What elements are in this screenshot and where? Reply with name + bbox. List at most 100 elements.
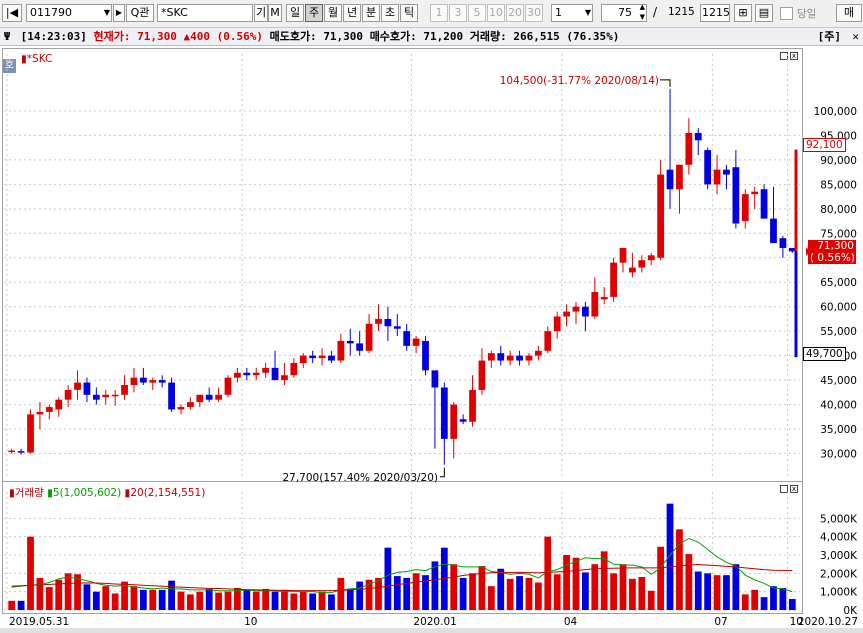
price-tick-label: 55,000: [820, 326, 857, 338]
x-axis-end-label: 2020.10.27: [798, 616, 858, 628]
candle-body: [704, 150, 712, 185]
candle-body: [440, 387, 448, 439]
volume-bar: [111, 593, 119, 610]
volume-bar: [487, 586, 495, 610]
candle-body: [732, 167, 740, 224]
candle-body: [224, 377, 232, 395]
volume-bar: [337, 577, 345, 610]
candle-body: [187, 402, 194, 408]
max-annotation-label: 104,500(-31.77% 2020/08/14): [500, 75, 659, 87]
volume-bar: [139, 589, 147, 610]
candle-body: [666, 169, 674, 190]
volume-bar: [563, 555, 570, 610]
volume-bar: [64, 573, 72, 610]
ma20-line: [11, 564, 793, 592]
candle-body: [506, 355, 514, 361]
candle-body: [384, 318, 392, 327]
candle-body: [17, 451, 25, 453]
volume-bar: [469, 573, 476, 610]
candle-body: [92, 394, 100, 400]
volume-bar: [205, 588, 213, 610]
candle-body: [534, 350, 542, 356]
candle-body: [610, 262, 617, 297]
volume-bar: [638, 577, 646, 610]
volume-tick-label: 3,000K: [820, 550, 858, 562]
min-annotation-label: 27,700(157.40% 2020/03/20): [282, 472, 438, 484]
candle-body: [694, 132, 702, 141]
candle-body: [760, 189, 768, 219]
volume-bar: [8, 600, 16, 610]
volume-bar: [450, 564, 458, 610]
price-tick-label: 75,000: [820, 228, 857, 240]
candle-body: [158, 380, 166, 383]
horizontal-scrollbar[interactable]: [0, 628, 863, 633]
volume-bar: [676, 529, 683, 610]
volume-bar: [187, 594, 194, 610]
volume-bar: [525, 577, 533, 610]
candle-body: [168, 382, 175, 410]
volume-bar: [309, 593, 317, 610]
volume-bar: [252, 591, 260, 610]
candle-body: [412, 338, 420, 346]
x-axis-label: 07: [714, 616, 727, 628]
price-tick-label: 65,000: [820, 277, 857, 289]
candle-body: [422, 340, 429, 371]
volume-bar: [224, 591, 232, 610]
candle-body: [770, 218, 777, 244]
volume-tick-label: 2,000K: [820, 568, 858, 580]
candle-body: [459, 419, 467, 422]
volume-bar: [215, 592, 222, 610]
volume-bar: [243, 589, 251, 610]
candle-body: [130, 377, 138, 386]
volume-bar: [299, 591, 307, 610]
low-price-tag: 49,700: [803, 347, 846, 361]
x-axis-label: 10: [244, 616, 257, 628]
volume-bar: [262, 588, 270, 610]
candle-body: [243, 372, 251, 376]
min-annotation-leader: [440, 467, 445, 478]
volume-bar: [713, 575, 721, 610]
candle-body: [205, 394, 213, 400]
candle-body: [450, 404, 458, 439]
candle-body: [365, 323, 373, 351]
price-tick-label: 45,000: [820, 375, 857, 387]
volume-bar: [83, 584, 91, 610]
candle-body: [375, 318, 382, 324]
volume-bar: [234, 588, 241, 610]
candle-body: [262, 367, 270, 373]
x-axis-label: 2020.01: [413, 616, 456, 628]
candle-body: [676, 164, 683, 190]
candle-body: [779, 238, 787, 248]
volume-bar: [657, 546, 665, 610]
volume-bar: [666, 503, 674, 610]
volume-bar: [478, 566, 486, 610]
volume-bar: [45, 587, 53, 610]
volume-bar: [459, 577, 467, 610]
volume-bar: [196, 591, 204, 610]
volume-bar: [412, 573, 420, 610]
volume-bar: [168, 580, 175, 610]
candle-body: [563, 311, 570, 317]
price-tick-label: 35,000: [820, 424, 857, 436]
candle-body: [281, 375, 288, 381]
candle-body: [36, 411, 44, 415]
volume-bar: [130, 586, 138, 610]
volume-bar: [770, 586, 777, 610]
volume-bar: [647, 590, 655, 610]
volume-tick-label: 4,000K: [820, 532, 858, 544]
volume-bar: [779, 588, 787, 610]
volume-bar: [271, 591, 279, 610]
volume-bar: [591, 564, 599, 610]
volume-bar: [553, 574, 561, 610]
volume-bar: [704, 573, 712, 610]
candle-body: [619, 247, 627, 263]
current-price-tag: 71,300( 0.56%): [808, 240, 856, 264]
volume-bar: [281, 589, 288, 610]
candle-body: [403, 331, 411, 346]
candle-body: [8, 450, 16, 453]
candle-body: [741, 194, 749, 222]
candle-body: [600, 296, 608, 300]
candle-body: [337, 340, 345, 361]
candle-body: [177, 407, 185, 410]
candle-body: [685, 132, 693, 165]
